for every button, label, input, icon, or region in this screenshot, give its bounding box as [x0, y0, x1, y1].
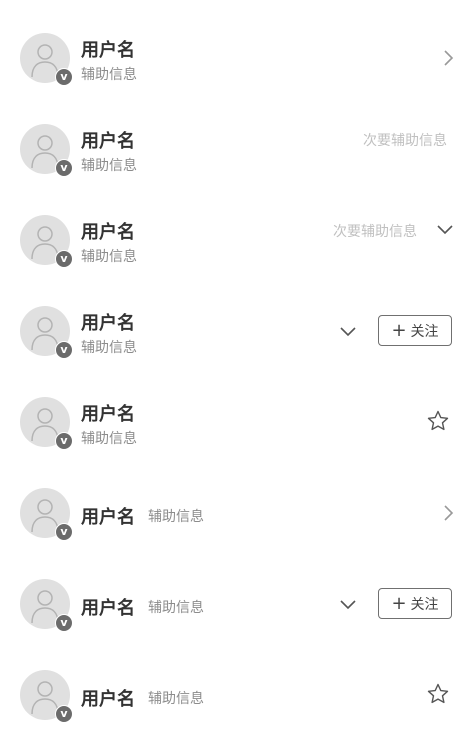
secondary-info: 次要辅助信息	[363, 133, 447, 149]
avatar: v	[20, 670, 73, 723]
user-name: 用户名	[81, 222, 135, 243]
star-icon[interactable]	[426, 682, 450, 706]
auxiliary-info: 辅助信息	[81, 340, 137, 356]
user-name: 用户名	[81, 689, 135, 710]
verified-badge: v	[55, 68, 73, 86]
auxiliary-info: 辅助信息	[81, 249, 137, 265]
avatar: v	[20, 33, 73, 86]
verified-badge: v	[55, 341, 73, 359]
list-item[interactable]: v 用户名 辅助信息	[0, 364, 474, 455]
avatar: v	[20, 579, 73, 632]
chevron-right-icon[interactable]	[441, 504, 455, 522]
list-item[interactable]: v 用户名 辅助信息 次要辅助信息	[0, 182, 474, 273]
verified-badge: v	[55, 250, 73, 268]
user-name: 用户名	[81, 40, 135, 61]
chevron-down-icon[interactable]	[339, 325, 357, 337]
user-name: 用户名	[81, 313, 135, 334]
chevron-down-icon[interactable]	[339, 598, 357, 610]
list-item[interactable]: v 用户名 辅助信息	[0, 637, 474, 728]
user-name: 用户名	[81, 507, 135, 528]
plus-icon: +	[391, 319, 407, 341]
chevron-right-icon[interactable]	[441, 49, 455, 67]
verified-badge: v	[55, 432, 73, 450]
follow-button[interactable]: + 关注	[378, 588, 452, 619]
avatar: v	[20, 397, 73, 450]
user-name: 用户名	[81, 131, 135, 152]
avatar: v	[20, 124, 73, 177]
follow-button[interactable]: + 关注	[378, 315, 452, 346]
auxiliary-info: 辅助信息	[148, 600, 204, 616]
auxiliary-info: 辅助信息	[81, 67, 137, 83]
auxiliary-info: 辅助信息	[81, 158, 137, 174]
plus-icon: +	[391, 592, 407, 614]
user-name: 用户名	[81, 598, 135, 619]
list-item[interactable]: v 用户名 辅助信息 + 关注	[0, 546, 474, 637]
avatar: v	[20, 488, 73, 541]
list-item[interactable]: v 用户名 辅助信息	[0, 0, 474, 91]
list-item[interactable]: v 用户名 辅助信息 + 关注	[0, 273, 474, 364]
auxiliary-info: 辅助信息	[148, 509, 204, 525]
verified-badge: v	[55, 159, 73, 177]
follow-label: 关注	[410, 323, 439, 340]
verified-badge: v	[55, 705, 73, 723]
auxiliary-info: 辅助信息	[148, 691, 204, 707]
user-name: 用户名	[81, 404, 135, 425]
user-list: v 用户名 辅助信息 v 用户名 辅助信息 次要辅助信息 v 用户名 辅助信息 …	[0, 0, 474, 753]
chevron-down-icon[interactable]	[436, 223, 454, 235]
auxiliary-info: 辅助信息	[81, 431, 137, 447]
star-icon[interactable]	[426, 409, 450, 433]
verified-badge: v	[55, 614, 73, 632]
list-item[interactable]: v 用户名 辅助信息	[0, 455, 474, 546]
avatar: v	[20, 306, 73, 359]
avatar: v	[20, 215, 73, 268]
list-item[interactable]: v 用户名 辅助信息 次要辅助信息	[0, 91, 474, 182]
verified-badge: v	[55, 523, 73, 541]
secondary-info: 次要辅助信息	[333, 224, 417, 240]
follow-label: 关注	[410, 596, 439, 613]
